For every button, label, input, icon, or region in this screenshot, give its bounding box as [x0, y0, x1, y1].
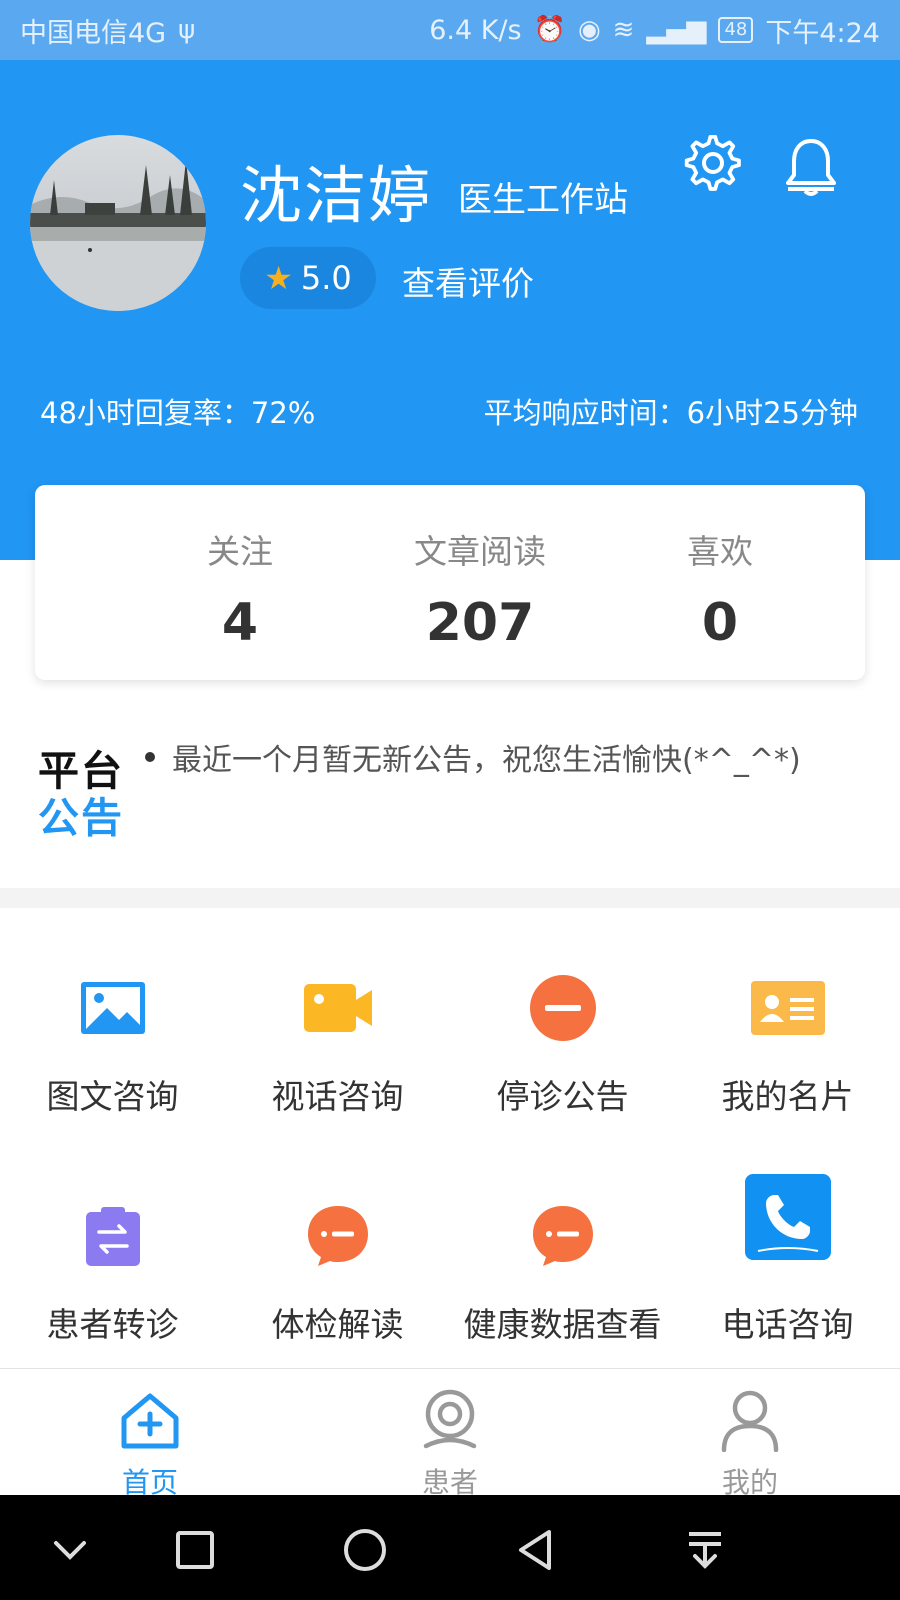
service-checkup-interpretation[interactable]: 体检解读: [225, 1148, 450, 1348]
status-bar: 中国电信4G ψ 6.4 K/s ⏰ ◉ ≋ ▂▄▆ 48 下午4:24: [0, 0, 900, 60]
back-icon[interactable]: [510, 1525, 560, 1575]
clock: 下午4:24: [765, 17, 880, 49]
notice-logo-line1: 平台: [38, 747, 124, 795]
average-response-time: 平均响应时间：6小时25分钟: [483, 396, 858, 430]
rating-badge: ★ 5.0: [240, 247, 376, 309]
tab-patients[interactable]: 患者: [300, 1369, 600, 1499]
stat-value: 4: [221, 593, 259, 653]
service-label: 我的名片: [721, 1077, 854, 1116]
carrier-label: 中国电信4G: [20, 17, 167, 49]
patient-icon: [300, 1385, 600, 1455]
battery-icon: 48: [718, 17, 754, 43]
service-label: 体检解读: [271, 1305, 404, 1344]
chat-bubble-icon: [450, 1198, 675, 1273]
home-circle-icon[interactable]: [340, 1525, 390, 1575]
stop-circle-icon: [450, 970, 675, 1045]
avatar-image: [30, 135, 206, 311]
service-business-card[interactable]: 我的名片: [675, 920, 900, 1120]
video-camera-icon: [225, 970, 450, 1045]
service-image-text-consult[interactable]: 图文咨询: [0, 920, 225, 1120]
avatar[interactable]: [30, 135, 206, 311]
system-navigation-bar: [0, 1495, 900, 1600]
bell-icon: [786, 139, 836, 196]
service-suspension-notice[interactable]: 停诊公告: [450, 920, 675, 1120]
bottom-tab-bar: 首页 患者 我的: [0, 1368, 900, 1499]
section-divider: [0, 888, 900, 908]
service-label: 患者转诊: [46, 1305, 179, 1344]
bullet-icon: [145, 752, 155, 762]
status-right: 6.4 K/s ⏰ ◉ ≋ ▂▄▆ 48 下午4:24: [429, 11, 880, 50]
alarm-icon: ⏰: [533, 15, 566, 45]
phone-icon: [675, 1172, 900, 1262]
wifi-icon: ≋: [612, 15, 635, 45]
image-icon: [0, 970, 225, 1045]
service-patient-referral[interactable]: 患者转诊: [0, 1148, 225, 1348]
service-label: 电话咨询: [721, 1305, 854, 1344]
doctor-name: 沈洁婷: [240, 159, 433, 232]
stats-card: 关注 4 文章阅读 207 喜欢 0: [35, 485, 865, 680]
stat-label: 喜欢: [687, 532, 753, 571]
service-health-data[interactable]: 健康数据查看: [450, 1148, 675, 1348]
service-label: 健康数据查看: [463, 1305, 662, 1344]
service-video-consult[interactable]: 视话咨询: [225, 920, 450, 1120]
platform-notice[interactable]: 平台 公告 最近一个月暂无新公告，祝您生活愉快(*^_^*): [0, 700, 900, 885]
transfer-clipboard-icon: [0, 1198, 225, 1273]
stat-value: 0: [701, 593, 739, 653]
notice-logo: 平台 公告: [38, 748, 133, 842]
recent-apps-icon[interactable]: [170, 1525, 220, 1575]
usb-icon: ψ: [178, 15, 196, 45]
notification-button[interactable]: [780, 135, 842, 197]
reply-rate: 48小时回复率：72%: [40, 396, 316, 430]
rating-value: 5.0: [300, 259, 352, 297]
tab-home[interactable]: 首页: [0, 1369, 300, 1499]
stat-value: 207: [425, 593, 535, 653]
service-label: 图文咨询: [46, 1077, 179, 1116]
gear-icon: [684, 134, 741, 191]
star-icon: ★: [264, 259, 293, 297]
service-label: 视话咨询: [271, 1077, 404, 1116]
home-plus-icon: [0, 1385, 300, 1455]
eye-icon: ◉: [577, 15, 601, 45]
chevron-down-icon[interactable]: [45, 1525, 95, 1575]
settings-button[interactable]: [683, 134, 745, 197]
stat-label: 文章阅读: [414, 532, 546, 571]
network-speed: 6.4 K/s: [429, 14, 522, 46]
notification-pulldown-icon[interactable]: [680, 1525, 730, 1575]
tab-mine[interactable]: 我的: [600, 1369, 900, 1499]
service-label: 停诊公告: [496, 1077, 629, 1116]
chat-bubble-icon: [225, 1198, 450, 1273]
signal-icon: ▂▄▆: [646, 15, 707, 45]
service-phone-consult[interactable]: 电话咨询: [675, 1148, 900, 1348]
stat-label: 关注: [207, 532, 273, 571]
workstation-subtitle: 医生工作站: [458, 180, 628, 220]
view-reviews-link[interactable]: 查看评价: [402, 257, 534, 305]
status-left: 中国电信4G ψ: [20, 11, 195, 50]
business-card-icon: [675, 970, 900, 1045]
notice-text: 最近一个月暂无新公告，祝您生活愉快(*^_^*): [172, 743, 801, 778]
notice-logo-line2: 公告: [38, 794, 124, 842]
profile-icon: [600, 1385, 900, 1455]
